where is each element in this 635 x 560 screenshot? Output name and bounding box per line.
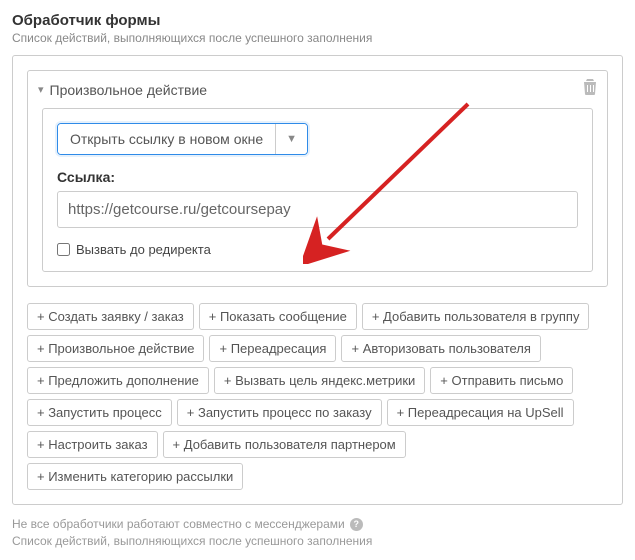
call-before-redirect-row[interactable]: Вызвать до редиректа: [57, 242, 578, 257]
caret-down-icon[interactable]: ▼: [275, 124, 307, 154]
help-icon[interactable]: ?: [350, 518, 363, 531]
chip-custom-action[interactable]: + Произвольное действие: [27, 335, 204, 362]
chip-upsell-redirect[interactable]: + Переадресация на UpSell: [387, 399, 574, 426]
form-handler-panel: ▾ Произвольное действие Открыть ссылку в…: [12, 55, 623, 505]
chip-add-user-to-group[interactable]: + Добавить пользователя в группу: [362, 303, 590, 330]
action-card: ▾ Произвольное действие Открыть ссылку в…: [27, 70, 608, 287]
trash-icon[interactable]: [583, 79, 597, 100]
url-field-label: Ссылка:: [57, 169, 578, 185]
chevron-down-icon: ▾: [38, 83, 44, 96]
action-card-title: Произвольное действие: [50, 82, 208, 98]
action-chips: + Создать заявку / заказ + Показать сооб…: [27, 303, 608, 490]
call-before-redirect-checkbox[interactable]: [57, 243, 70, 256]
chip-offer-addition[interactable]: + Предложить дополнение: [27, 367, 209, 394]
footer-note-text: Не все обработчики работают совместно с …: [12, 517, 345, 531]
action-type-select[interactable]: Открыть ссылку в новом окне ▼: [57, 123, 308, 155]
chip-configure-order[interactable]: + Настроить заказ: [27, 431, 158, 458]
chip-change-mailing-category[interactable]: + Изменить категорию рассылки: [27, 463, 243, 490]
chip-show-message[interactable]: + Показать сообщение: [199, 303, 357, 330]
chip-run-process[interactable]: + Запустить процесс: [27, 399, 172, 426]
call-before-redirect-label: Вызвать до редиректа: [76, 242, 211, 257]
url-input[interactable]: [57, 191, 578, 228]
chip-create-order[interactable]: + Создать заявку / заказ: [27, 303, 194, 330]
chip-yandex-goal[interactable]: + Вызвать цель яндекс.метрики: [214, 367, 425, 394]
footer-note: Не все обработчики работают совместно с …: [12, 517, 623, 531]
chip-authorize-user[interactable]: + Авторизовать пользователя: [341, 335, 540, 362]
action-type-select-value[interactable]: Открыть ссылку в новом окне: [58, 124, 275, 154]
chip-add-user-partner[interactable]: + Добавить пользователя партнером: [163, 431, 406, 458]
action-config-panel: Открыть ссылку в новом окне ▼ Ссылка: Вы…: [42, 108, 593, 272]
footer-subtext: Список действий, выполняющихся после усп…: [12, 534, 623, 548]
action-card-header[interactable]: ▾ Произвольное действие: [28, 71, 607, 108]
chip-send-email[interactable]: + Отправить письмо: [430, 367, 573, 394]
chip-redirect[interactable]: + Переадресация: [209, 335, 336, 362]
page-title: Обработчик формы: [12, 12, 623, 29]
page-subtitle: Список действий, выполняющихся после усп…: [12, 31, 623, 45]
chip-run-process-by-order[interactable]: + Запустить процесс по заказу: [177, 399, 382, 426]
